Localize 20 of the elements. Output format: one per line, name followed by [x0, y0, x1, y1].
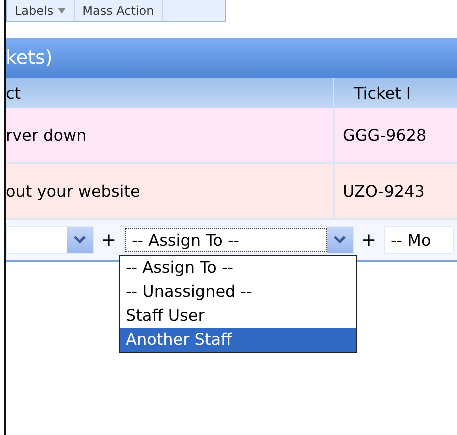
caret-icon	[58, 8, 66, 14]
toolbar-button[interactable]: Mass Action	[74, 0, 164, 21]
chevron-icon	[334, 236, 346, 244]
dropdown-option[interactable]: -- Assign To --	[120, 256, 356, 280]
table-cell-text: out your website	[6, 180, 142, 202]
plus-sign: +	[360, 230, 378, 250]
dropdown-option[interactable]: -- Unassigned --	[120, 280, 356, 304]
table-cell: UZO-9243	[333, 164, 457, 218]
dropdown-option[interactable]: Staff User	[120, 304, 356, 328]
table-cell-text: rver down	[6, 124, 88, 146]
dropdown-option[interactable]: Another Staff	[120, 328, 356, 352]
table-row[interactable]: rver down GGG-9628	[6, 108, 457, 164]
toolbar-button[interactable]: Labels	[7, 0, 75, 21]
plus-sign: +	[100, 230, 118, 250]
table-cell: GGG-9628	[333, 108, 457, 162]
table-row[interactable]: out your website UZO-9243	[6, 164, 457, 220]
dropdown[interactable]: -- Mo	[384, 226, 454, 254]
chevron-icon	[74, 236, 86, 244]
column-header[interactable]: ct	[6, 78, 333, 108]
panel-title: kets)	[6, 47, 53, 69]
